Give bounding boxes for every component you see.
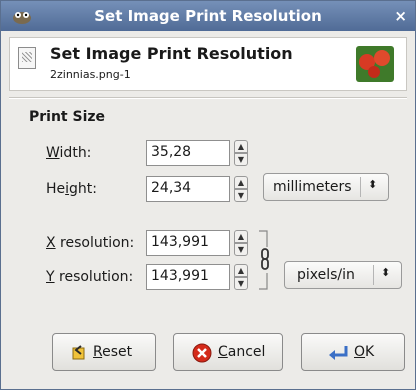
size-unit-select[interactable]: millimeters ⬍: [263, 173, 389, 201]
width-label: Width:: [46, 145, 92, 161]
resolution-unit-value: pixels/in: [297, 267, 355, 283]
select-arrows-icon: ⬍: [368, 178, 378, 191]
y-resolution-increment-icon[interactable]: ▲: [234, 264, 248, 277]
height-label: Height:: [46, 181, 97, 197]
dialog-window: Set Image Print Resolution × Set Image P…: [0, 0, 416, 390]
x-resolution-field[interactable]: 143,991: [146, 230, 230, 256]
x-resolution-increment-icon[interactable]: ▲: [234, 230, 248, 243]
header-title: Set Image Print Resolution: [50, 44, 293, 63]
ok-label: OK: [354, 344, 375, 360]
print-size-heading: Print Size: [29, 109, 106, 125]
y-resolution-decrement-icon[interactable]: ▼: [234, 277, 248, 290]
x-resolution-label: X resolution:: [46, 235, 135, 251]
image-thumbnail: [356, 46, 394, 82]
window-title: Set Image Print Resolution: [94, 7, 322, 25]
dialog-header: Set Image Print Resolution 2zinnias.png-…: [9, 37, 407, 91]
height-increment-icon[interactable]: ▲: [234, 176, 248, 189]
height-field[interactable]: 24,34: [146, 176, 230, 202]
cancel-icon: [192, 343, 212, 363]
ok-icon: [329, 346, 348, 360]
resolution-unit-select[interactable]: pixels/in ⬍: [284, 261, 402, 289]
width-increment-icon[interactable]: ▲: [234, 140, 248, 153]
width-field[interactable]: 35,28: [146, 140, 230, 166]
select-arrows-icon: ⬍: [381, 266, 391, 279]
reset-label: Reset: [93, 344, 133, 360]
height-decrement-icon[interactable]: ▼: [234, 189, 248, 202]
reset-button[interactable]: Reset: [52, 333, 156, 371]
cancel-button[interactable]: Cancel: [173, 333, 283, 371]
header-subtitle: 2zinnias.png-1: [50, 68, 131, 81]
header-divider: [9, 97, 407, 99]
reset-icon: [72, 345, 85, 360]
cancel-label: Cancel: [218, 344, 266, 360]
close-icon[interactable]: ×: [394, 7, 407, 25]
width-decrement-icon[interactable]: ▼: [234, 153, 248, 166]
y-resolution-label: Y resolution:: [46, 269, 134, 285]
title-bar[interactable]: Set Image Print Resolution ×: [1, 1, 415, 31]
ok-button[interactable]: OK: [301, 333, 405, 371]
y-resolution-field[interactable]: 143,991: [146, 264, 230, 290]
chain-link-icon[interactable]: [255, 229, 275, 291]
print-document-icon: [18, 47, 36, 69]
size-unit-value: millimeters: [273, 179, 352, 195]
x-resolution-decrement-icon[interactable]: ▼: [234, 243, 248, 256]
